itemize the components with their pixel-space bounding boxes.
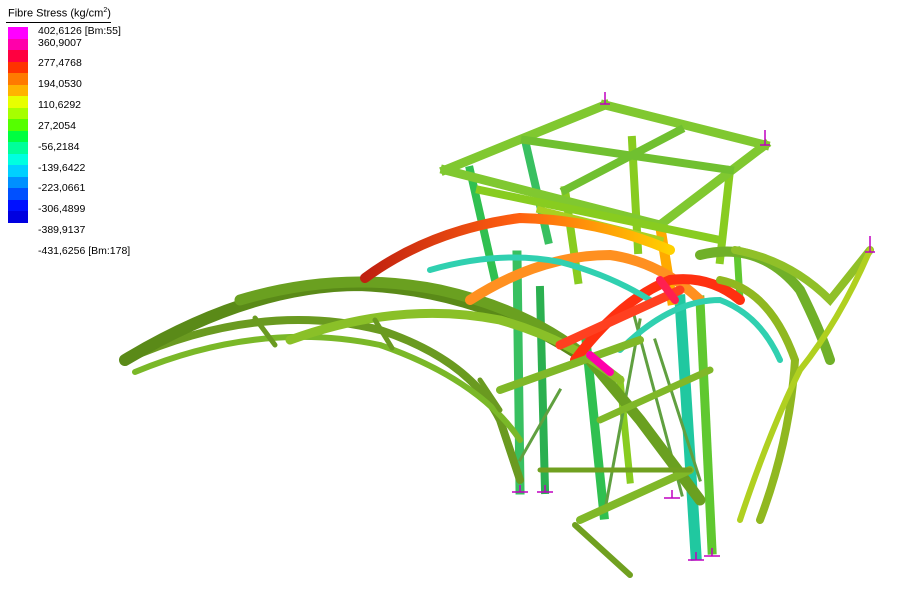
support-icon [664,490,680,499]
arches [119,212,874,578]
support-icon [704,548,720,557]
cross-beam [572,522,633,578]
support-icon [537,485,553,493]
support-icon [512,485,528,493]
lower-arch [121,316,524,484]
column [512,250,525,495]
lower-arch [132,333,523,443]
frame-beam [653,138,772,232]
structure-3d-view [119,92,875,578]
column [695,295,717,555]
upper-frame [439,99,772,306]
column [535,285,550,495]
brace [653,338,702,482]
